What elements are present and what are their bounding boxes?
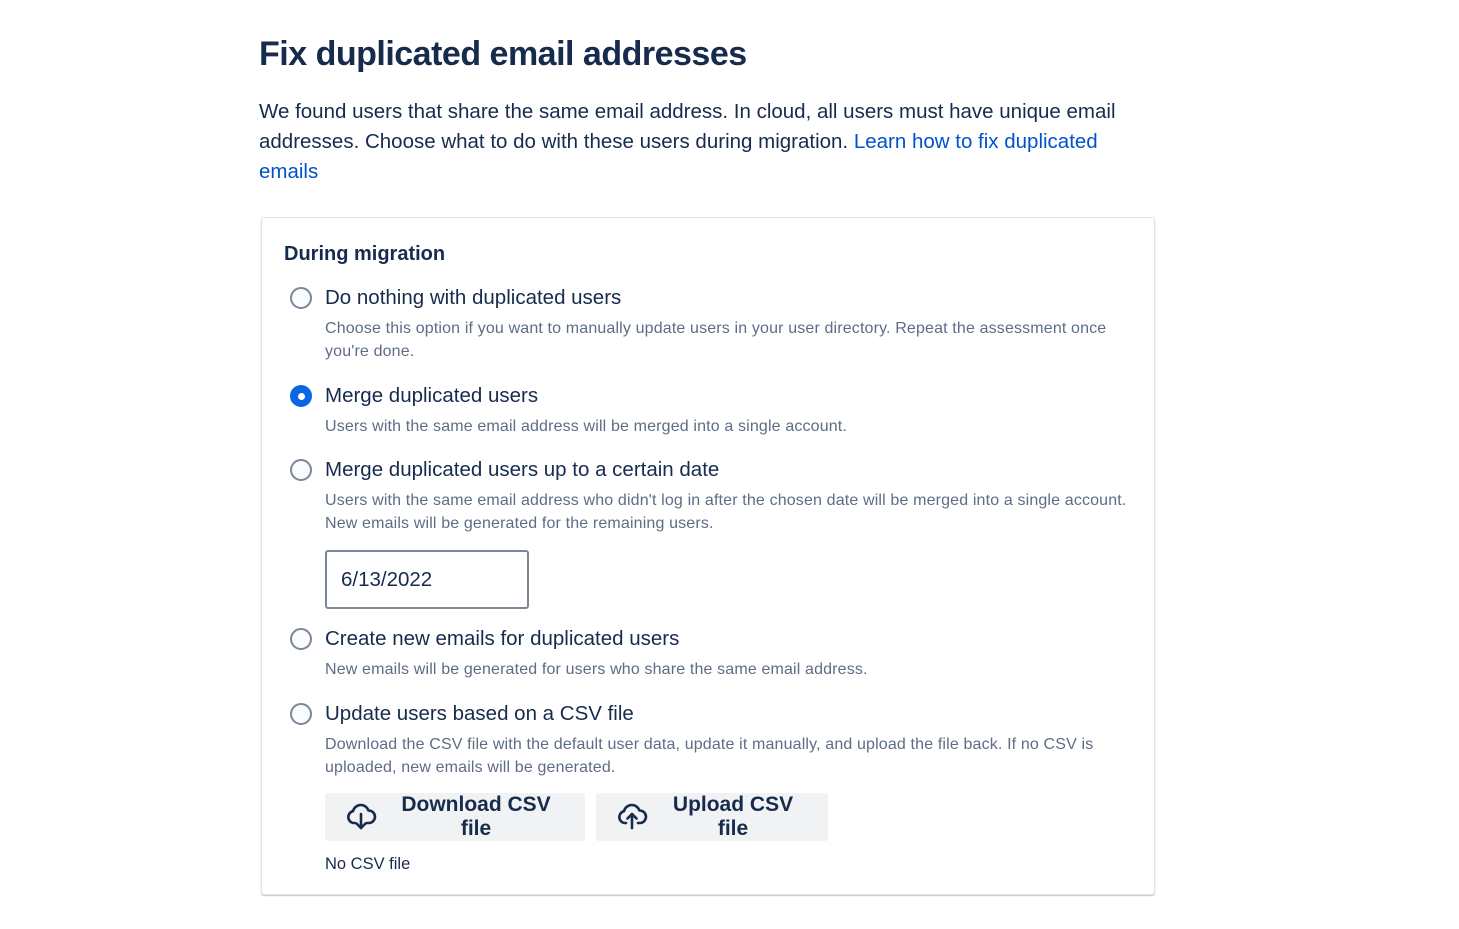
migration-options-card: During migration Do nothing with duplica… xyxy=(261,217,1155,895)
upload-csv-label: Upload CSV file xyxy=(672,793,794,840)
merge-date-input[interactable] xyxy=(325,550,529,609)
option-label-merge-up-to-date[interactable]: Merge duplicated users up to a certain d… xyxy=(325,456,719,484)
option-label-update-csv[interactable]: Update users based on a CSV file xyxy=(325,700,634,728)
download-csv-label: Download CSV file xyxy=(401,793,551,840)
cloud-upload-icon xyxy=(616,801,648,833)
card-heading: During migration xyxy=(284,243,446,265)
cloud-download-icon xyxy=(345,801,377,833)
option-label-create-new-emails[interactable]: Create new emails for duplicated users xyxy=(325,625,679,653)
migration-settings-page: Fix duplicated email addresses We found … xyxy=(0,0,1459,929)
option-description-merge: Users with the same email address will b… xyxy=(325,418,848,435)
option-description-create-new-emails: New emails will be generated for users w… xyxy=(325,661,868,678)
option-label-do-nothing[interactable]: Do nothing with duplicated users xyxy=(325,284,621,312)
radio-create-new-emails[interactable] xyxy=(290,628,312,650)
option-description-merge-up-to-date: Users with the same email address who di… xyxy=(325,492,1127,532)
radio-merge[interactable] xyxy=(290,385,312,407)
download-csv-button[interactable]: Download CSV file xyxy=(325,793,585,841)
radio-update-csv[interactable] xyxy=(290,703,312,725)
radio-merge-up-to-date[interactable] xyxy=(290,459,312,481)
intro-paragraph: We found users that share the same email… xyxy=(259,97,1129,187)
page-title: Fix duplicated email addresses xyxy=(259,35,747,73)
option-description-do-nothing: Choose this option if you want to manual… xyxy=(325,320,1107,360)
csv-status-text: No CSV file xyxy=(325,855,411,873)
option-label-merge[interactable]: Merge duplicated users xyxy=(325,382,538,410)
radio-do-nothing[interactable] xyxy=(290,287,312,309)
upload-csv-button[interactable]: Upload CSV file xyxy=(596,793,828,841)
option-description-update-csv: Download the CSV file with the default u… xyxy=(325,736,1094,776)
